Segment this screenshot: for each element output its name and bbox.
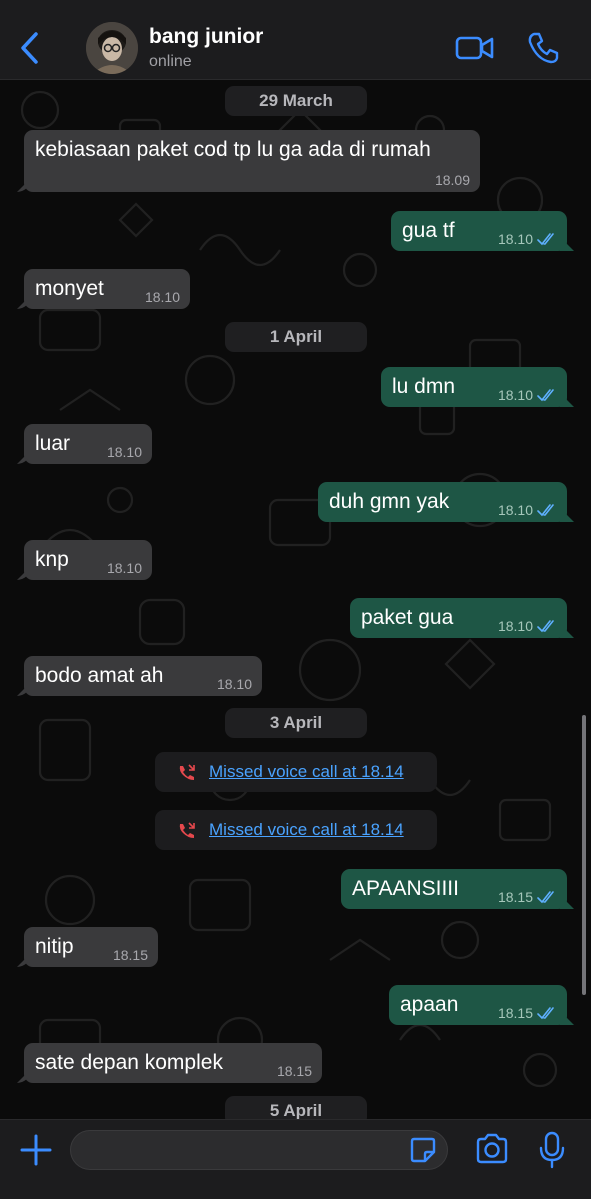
message-outgoing[interactable]: APAANSIIII 18.15: [341, 869, 567, 909]
message-text: nitip: [35, 935, 74, 958]
message-text: knp: [35, 548, 69, 571]
message-text: paket gua: [361, 606, 454, 629]
message-time: 18.15: [497, 889, 533, 905]
message-time: 18.10: [497, 618, 533, 634]
avatar[interactable]: [86, 22, 138, 74]
voice-note-button[interactable]: [538, 1130, 566, 1170]
double-check-icon: [537, 891, 554, 904]
message-time: 18.10: [497, 502, 533, 518]
scrollbar[interactable]: [582, 715, 586, 995]
camera-button[interactable]: [474, 1132, 510, 1166]
date-separator: 29 March: [225, 86, 367, 116]
message-time: 18.15: [112, 947, 148, 963]
message-text: apaan: [400, 993, 459, 1016]
message-time: 18.10: [497, 231, 533, 247]
message-incoming[interactable]: bodo amat ah 18.10: [24, 656, 262, 696]
double-check-icon: [537, 233, 554, 246]
message-outgoing[interactable]: duh gmn yak 18.10: [318, 482, 567, 522]
message-text: bodo amat ah: [35, 664, 164, 687]
back-button[interactable]: [12, 28, 46, 68]
contact-name[interactable]: bang junior: [149, 25, 263, 49]
message-incoming[interactable]: luar 18.10: [24, 424, 152, 464]
video-call-icon: [455, 36, 494, 60]
message-time: 18.10: [144, 289, 180, 305]
message-incoming[interactable]: kebiasaan paket cod tp lu ga ada di ruma…: [24, 130, 480, 192]
message-text: kebiasaan paket cod tp lu ga ada di ruma…: [35, 138, 431, 161]
message-time: 18.10: [106, 560, 142, 576]
message-time: 18.09: [434, 172, 470, 188]
voice-call-button[interactable]: [525, 30, 561, 66]
missed-call-notice[interactable]: Missed voice call at 18.14: [155, 752, 437, 792]
message-time: 18.15: [497, 1005, 533, 1021]
attach-button[interactable]: [18, 1132, 54, 1168]
phone-call-icon: [528, 32, 559, 64]
message-incoming[interactable]: nitip 18.15: [24, 927, 158, 967]
message-text: gua tf: [402, 219, 455, 242]
microphone-icon: [539, 1131, 565, 1169]
sticker-button[interactable]: [410, 1137, 436, 1163]
message-input[interactable]: [70, 1130, 448, 1170]
compose-bar: [0, 1119, 591, 1199]
message-time: 18.10: [216, 676, 252, 692]
date-separator: 3 April: [225, 708, 367, 738]
missed-call-icon: [179, 764, 195, 780]
missed-call-notice[interactable]: Missed voice call at 18.14: [155, 810, 437, 850]
message-time: 18.15: [276, 1063, 312, 1079]
message-outgoing[interactable]: paket gua 18.10: [350, 598, 567, 638]
missed-call-link[interactable]: Missed voice call at 18.14: [209, 762, 404, 782]
camera-icon: [476, 1133, 508, 1164]
message-incoming[interactable]: sate depan komplek 18.15: [24, 1043, 322, 1083]
message-text: sate depan komplek: [35, 1051, 223, 1074]
video-call-button[interactable]: [455, 30, 495, 66]
message-text: duh gmn yak: [329, 490, 450, 513]
message-text: lu dmn: [392, 375, 456, 398]
sticker-icon: [410, 1137, 436, 1163]
message-time: 18.10: [497, 387, 533, 403]
back-chevron-icon: [21, 32, 38, 64]
double-check-icon: [537, 389, 554, 402]
message-outgoing[interactable]: gua tf 18.10: [391, 211, 567, 251]
double-check-icon: [537, 620, 554, 633]
message-incoming[interactable]: monyet 18.10: [24, 269, 190, 309]
chat-area[interactable]: 29 March kebiasaan paket cod tp lu ga ad…: [0, 80, 591, 1119]
missed-call-icon: [179, 822, 195, 838]
message-time: 18.10: [106, 444, 142, 460]
double-check-icon: [537, 504, 554, 517]
date-separator: 5 April: [225, 1096, 367, 1119]
plus-icon: [20, 1134, 52, 1166]
message-text: monyet: [35, 277, 104, 300]
double-check-icon: [537, 1007, 554, 1020]
contact-status: online: [149, 53, 192, 70]
message-outgoing[interactable]: apaan 18.15: [389, 985, 567, 1025]
chat-header: bang junior online: [0, 0, 591, 80]
message-outgoing[interactable]: lu dmn 18.10: [381, 367, 567, 407]
message-text: APAANSIIII: [352, 877, 459, 900]
message-text: luar: [35, 432, 71, 455]
date-separator: 1 April: [225, 322, 367, 352]
message-incoming[interactable]: knp 18.10: [24, 540, 152, 580]
missed-call-link[interactable]: Missed voice call at 18.14: [209, 820, 404, 840]
